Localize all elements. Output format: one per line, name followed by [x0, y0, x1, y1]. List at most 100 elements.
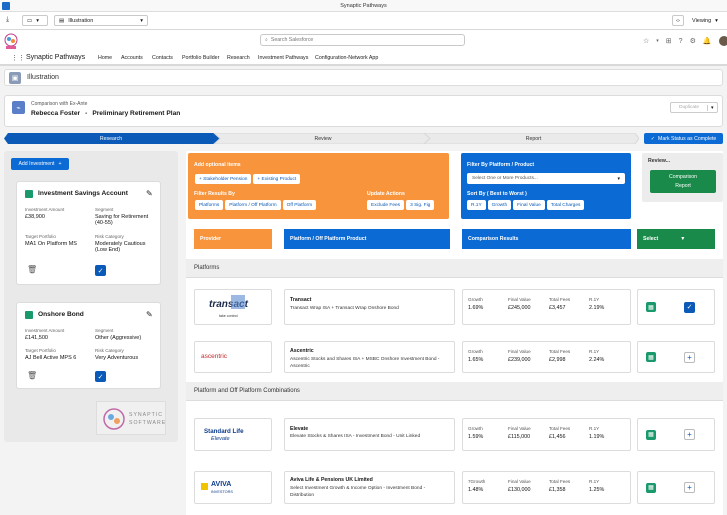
avatar[interactable] [718, 36, 727, 46]
elevate-logo-text: Elevate [211, 436, 230, 442]
logo-text-line1: SYNAPTIC [129, 412, 163, 418]
path-step-report[interactable]: Report [428, 133, 639, 144]
product-cell: Aviva Life & Pensions UK Limited Select … [284, 471, 455, 504]
viewing-dropdown[interactable]: Viewing ▾ [688, 15, 720, 26]
product-cell: Elevate Elevate Stocks & Shares ISA - In… [284, 418, 455, 451]
segment-label: Segment [95, 207, 114, 212]
review-box: Review... Comparison Report [642, 153, 723, 202]
product-description: Select Investment Growth & Income Option… [290, 486, 426, 498]
product-name: Elevate [290, 426, 309, 432]
global-search[interactable]: ⌕ Search Salesforce [260, 34, 465, 46]
filter-platforms-button[interactable]: Platforms [195, 200, 224, 210]
transact-tagline: take control [219, 314, 238, 318]
nav-item-accounts[interactable]: Accounts [121, 55, 143, 61]
account-icon [25, 311, 33, 319]
calculator-icon[interactable]: ▦ [646, 302, 656, 312]
review-label: Review... [648, 158, 671, 164]
final-value: £245,000 [508, 305, 531, 311]
sig-fig-button[interactable]: 3 Sig. Fig [406, 200, 435, 210]
total-fees-label: Total Fees [549, 426, 571, 431]
add-stakeholder-pension-button[interactable]: + Stakeholder Pension [195, 174, 252, 184]
select-cell: ▦ + [637, 418, 715, 451]
path-bar: Research Review Report [4, 133, 639, 144]
ascentric-logo: ascentric [201, 353, 228, 360]
sort-r1y-button[interactable]: R.1Y [467, 200, 486, 210]
sort-total-charges-button[interactable]: Total Charges [546, 200, 585, 210]
edit-pencil-icon[interactable]: ✎ [146, 189, 153, 198]
r1y-value: 1.25% [589, 487, 605, 493]
filter-platform-off-platform-button[interactable]: Platform / Off Platform [225, 200, 281, 210]
mark-complete-button[interactable]: ✓ Mark Status as Complete [644, 133, 723, 144]
app-launcher-icon[interactable]: ⋮⋮ [11, 54, 25, 62]
growth-label: Growth [468, 426, 483, 431]
select-checkbox[interactable]: ✓ [684, 301, 695, 313]
sort-final-value-button[interactable]: Final Value [513, 200, 545, 210]
trash-icon[interactable]: 🗑 [27, 371, 37, 380]
code-icon: ‹› [676, 17, 680, 24]
help-icon[interactable]: ? [679, 38, 683, 45]
path-step-research[interactable]: Research [4, 133, 218, 144]
add-product-button[interactable]: + [684, 429, 695, 440]
product-description: Ascentric Stocks and Shares ISA + MSBC O… [290, 357, 440, 369]
chevron-down-icon[interactable]: ▾ [656, 38, 659, 44]
options-box: Add optional items + Stakeholder Pension… [188, 153, 449, 219]
comparison-report-label-2: Report [675, 183, 691, 189]
add-icon[interactable]: ⊞ [666, 37, 672, 45]
add-investment-button[interactable]: Add Investment + [11, 158, 69, 170]
product-name: Aviva Life & Pensions UK Limited [290, 477, 373, 483]
nav-menu-dropdown[interactable]: ▭ ▾ [22, 15, 48, 26]
final-value: £115,000 [508, 434, 531, 440]
r1y-label: R.1Y [589, 297, 600, 302]
add-product-button[interactable]: + [684, 482, 695, 493]
filter-off-platform-button[interactable]: Off Platform [282, 200, 317, 210]
add-product-button[interactable]: + [684, 351, 695, 363]
record-icon: ▣ [9, 72, 21, 84]
nav-item-home[interactable]: Home [98, 55, 112, 61]
download-icon[interactable]: ⤓ [6, 16, 9, 24]
filter-results-label: Filter Results By [194, 191, 235, 197]
total-fees-label: Total Fees [549, 349, 571, 354]
calculator-icon[interactable]: ▦ [646, 482, 656, 493]
tab-illustration[interactable]: ▤ Illustration ▾ [54, 15, 148, 26]
code-button[interactable]: ‹› [672, 15, 684, 26]
check-icon: ✓ [97, 267, 104, 275]
logo-text-line2: SOFTWARE [129, 420, 167, 426]
nav-item-investment-pathways[interactable]: Investment Pathways [258, 55, 308, 61]
nav-item-contacts[interactable]: Contacts [152, 55, 173, 61]
select-column-header[interactable]: Select ▼ [637, 229, 715, 249]
bell-icon[interactable]: 🔔 [703, 37, 712, 45]
account-icon [25, 190, 33, 198]
favorite-star-icon[interactable]: ☆ [643, 37, 649, 45]
exclude-fees-button[interactable]: Exclude Fees [367, 200, 405, 210]
nav-item-configuration-network[interactable]: Configuration-Network App [315, 55, 378, 61]
edit-pencil-icon[interactable]: ✎ [146, 310, 153, 319]
final-value-label: Final Value [508, 349, 531, 354]
total-fees-value: £3,457 [549, 305, 566, 311]
nav-item-portfolio-builder[interactable]: Portfolio Builder [182, 55, 219, 61]
gear-icon[interactable]: ⚙ [690, 37, 696, 45]
record-type-label: Illustration [27, 74, 59, 81]
r1y-label: R.1Y [589, 349, 600, 354]
total-fees-label: Total Fees [549, 479, 571, 484]
plus-icon: + [687, 430, 692, 439]
investment-card: Onshore Bond ✎ Investment Amount £141,50… [16, 302, 161, 389]
path-step-review[interactable]: Review [218, 133, 428, 144]
r1y-value: 1.19% [589, 434, 605, 440]
product-select[interactable]: Select One or More Products... ▾ [467, 173, 625, 184]
calculator-icon[interactable]: ▦ [646, 352, 656, 362]
include-checkbox[interactable]: ✓ [95, 265, 106, 276]
risk-category-value: Very Adventurous [95, 355, 139, 361]
include-checkbox[interactable]: ✓ [95, 371, 106, 382]
trash-icon[interactable]: 🗑 [27, 265, 37, 274]
calculator-icon[interactable]: ▦ [646, 429, 656, 440]
add-existing-product-button[interactable]: + Existing Product [253, 174, 301, 184]
segment-value: Saving for Retirement (40-55) [95, 214, 149, 226]
comparison-report-button[interactable]: Comparison Report [650, 170, 716, 193]
duplicate-button[interactable]: Duplicate [671, 105, 707, 110]
app-navigation: ⋮⋮ Synaptic Pathways Home Accounts Conta… [0, 51, 727, 66]
product-cell: Ascentric Ascentric Stocks and Shares IS… [284, 341, 455, 373]
chevron-down-icon[interactable]: ▾ [707, 104, 717, 111]
aviva-mark-icon [201, 483, 208, 490]
nav-item-research[interactable]: Research [227, 55, 250, 61]
sort-growth-button[interactable]: Growth [487, 200, 512, 210]
